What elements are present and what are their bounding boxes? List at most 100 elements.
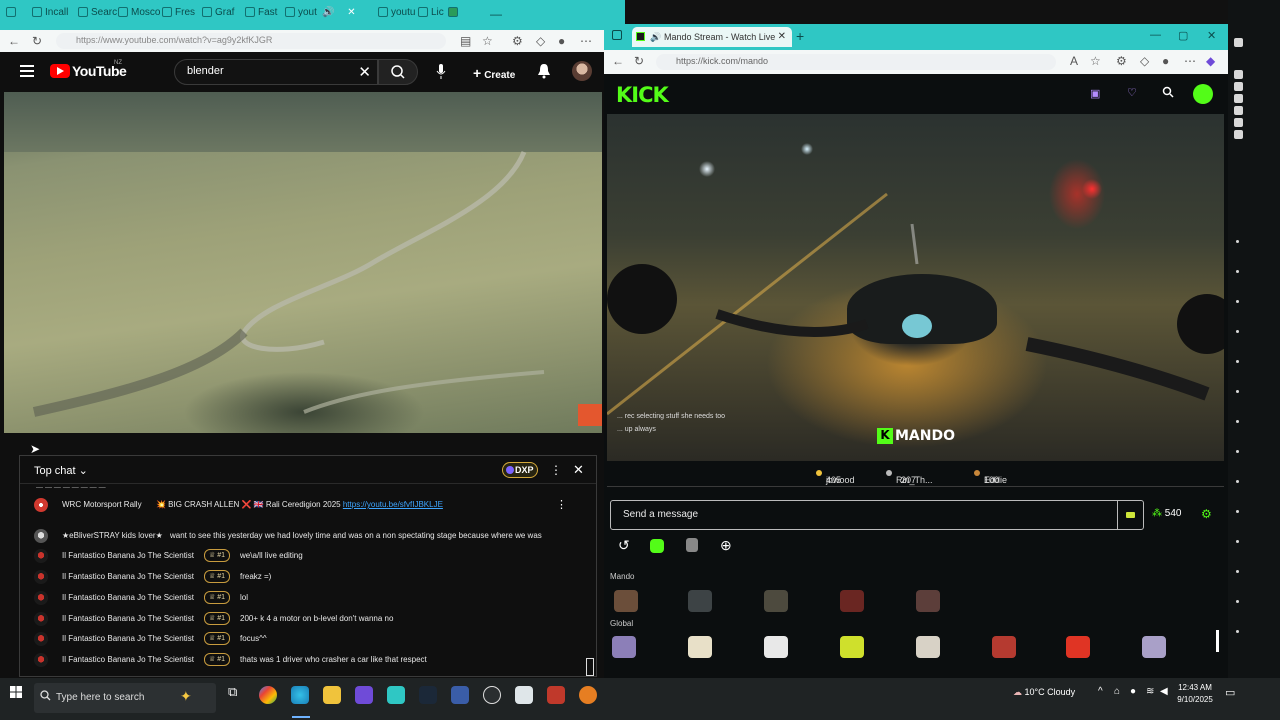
clear-search-icon[interactable]: ✕ — [358, 63, 371, 81]
favorite-icon[interactable]: ☆ — [482, 34, 493, 48]
chat-message[interactable]: Il Fantastico Banana Jo The Scientist ♕ … — [20, 649, 596, 669]
search-icon[interactable] — [1162, 86, 1174, 98]
emote-scrollbar[interactable] — [1216, 630, 1219, 652]
emote[interactable] — [764, 636, 788, 658]
chat-mode-dropdown[interactable]: Top chat ⌄ — [34, 464, 88, 477]
chat-message[interactable]: Il Fantastico Banana Jo The Scientist ♕ … — [20, 608, 596, 628]
user-avatar[interactable] — [1193, 84, 1213, 104]
new-tab-icon[interactable]: + — [796, 28, 804, 44]
emote[interactable] — [840, 636, 864, 658]
app-icon[interactable] — [355, 686, 373, 704]
app-icon[interactable] — [387, 686, 405, 704]
browser-tab[interactable]: yout — [285, 7, 317, 23]
kick-tab[interactable]: 🔊 Mando Stream - Watch Live ✕ — [632, 27, 792, 47]
browser-tab[interactable] — [448, 7, 461, 23]
supporter-item[interactable]: Riri_Th... 207 — [886, 468, 933, 485]
channel-points[interactable]: ⁂ 540 — [1152, 508, 1181, 519]
side-app-icon[interactable] — [1234, 118, 1243, 127]
search-button[interactable] — [378, 59, 418, 85]
file-explorer-icon[interactable] — [323, 686, 341, 704]
youtube-logo-icon[interactable] — [50, 64, 70, 78]
url-field[interactable]: https://www.youtube.com/watch?v=ag9y2kfK… — [56, 33, 446, 49]
tab-actions-icon[interactable] — [6, 7, 19, 23]
edge-icon[interactable] — [291, 686, 309, 704]
channel-watermark-icon[interactable] — [578, 404, 602, 426]
chat-link[interactable]: https://youtu.be/sfvfIJBKLJE — [343, 500, 443, 509]
kick-emotes-icon[interactable] — [650, 539, 664, 553]
browser-tab[interactable]: youtu — [378, 7, 415, 23]
message-more-icon[interactable]: ⋮ — [556, 498, 567, 511]
browser-tab[interactable]: Lic — [418, 7, 444, 23]
notifications-bell-icon[interactable] — [537, 63, 551, 79]
voice-search-icon[interactable] — [436, 64, 446, 80]
stream-video-player[interactable]: ... rec selecting stuff she needs too ..… — [607, 114, 1224, 461]
more-icon[interactable]: ⋯ — [1184, 54, 1196, 68]
supporter-item[interactable]: Eddie 100 — [974, 468, 1007, 485]
heart-icon[interactable]: ♡ — [1127, 86, 1137, 99]
emote[interactable] — [916, 590, 940, 612]
maximize-icon[interactable]: ▢ — [1178, 29, 1188, 42]
wifi-icon[interactable]: ≋ — [1146, 686, 1154, 697]
dxp-badge[interactable]: DXP — [502, 462, 538, 478]
volume-icon[interactable]: ◀ — [1160, 686, 1168, 697]
url-field[interactable]: https://kick.com/mando — [656, 54, 1056, 70]
side-app-icon[interactable] — [1234, 130, 1243, 139]
chat-message[interactable]: WRC Motorsport Rally 💥 BIG CRASH ALLEN ❌… — [20, 494, 596, 514]
side-app-icon[interactable] — [1234, 38, 1243, 47]
microphone-icon[interactable]: ● — [1130, 686, 1136, 697]
emote[interactable] — [764, 590, 788, 612]
steam-icon[interactable] — [419, 686, 437, 704]
chat-message[interactable]: Il Fantastico Banana Jo The Scientist ♕ … — [20, 628, 596, 648]
speaker-icon[interactable]: 🔊 — [650, 32, 661, 43]
split-icon[interactable]: ◇ — [536, 34, 545, 48]
minimize-icon[interactable]: — — [1150, 29, 1161, 41]
side-app-icon[interactable] — [1234, 70, 1243, 79]
show-hidden-icons-icon[interactable]: ^ — [1098, 686, 1103, 697]
browser-tab[interactable]: Mosco — [118, 7, 160, 23]
search-input[interactable] — [187, 65, 347, 77]
side-app-icon[interactable] — [1234, 94, 1243, 103]
tab-close-icon[interactable]: ✕ — [778, 31, 786, 42]
emote-picker-button[interactable] — [1117, 501, 1143, 529]
browser-tab[interactable]: Graf — [202, 7, 234, 23]
side-app-icon[interactable] — [1234, 106, 1243, 115]
hamburger-menu-icon[interactable] — [20, 65, 34, 77]
favorite-icon[interactable]: ☆ — [1090, 54, 1101, 68]
weather-widget[interactable]: ☁ 10°C Cloudy — [1013, 687, 1075, 698]
start-windows-icon[interactable] — [10, 686, 22, 698]
video-player[interactable] — [4, 92, 602, 433]
browser-tab[interactable]: Fast — [245, 7, 277, 23]
app-icon[interactable] — [483, 686, 501, 704]
tab-close-icon[interactable]: ✕ — [347, 7, 355, 18]
extension-icon[interactable]: ⚙ — [1116, 54, 1127, 68]
browser-tab[interactable]: Incall — [32, 7, 68, 23]
read-aloud-icon[interactable]: A — [1070, 54, 1078, 68]
emote[interactable] — [992, 636, 1016, 658]
emote[interactable] — [612, 636, 636, 658]
supporter-item[interactable]: jbwood 405 — [816, 468, 855, 485]
side-app-icon[interactable] — [1234, 82, 1243, 91]
refresh-icon[interactable]: ↻ — [634, 54, 644, 68]
close-window-icon[interactable]: ✕ — [1207, 29, 1216, 42]
minimize-icon[interactable]: — — [490, 7, 502, 23]
account-avatar[interactable] — [572, 61, 592, 81]
chat-settings-gear-icon[interactable]: ⚙ — [1201, 507, 1212, 521]
reader-icon[interactable]: ▤ — [460, 34, 471, 48]
emote[interactable] — [916, 636, 940, 658]
app-icon[interactable] — [547, 686, 565, 704]
back-icon[interactable]: ← — [8, 34, 20, 48]
emote[interactable] — [688, 590, 712, 612]
gift-icon[interactable]: ▣ — [1090, 87, 1100, 100]
task-view-icon[interactable]: ⧉ — [228, 684, 237, 700]
profile-icon[interactable]: ● — [558, 34, 565, 48]
app-icon[interactable] — [515, 686, 533, 704]
network-icon[interactable]: ⌂ — [1114, 686, 1120, 697]
collections-icon[interactable]: ◇ — [1140, 54, 1149, 68]
emote[interactable] — [614, 590, 638, 612]
emote[interactable] — [688, 636, 712, 658]
refresh-icon[interactable]: ↻ — [32, 34, 42, 48]
browser-tab[interactable]: Searc — [78, 7, 117, 23]
global-emotes-icon[interactable]: ⊕ — [720, 537, 732, 554]
recent-emotes-icon[interactable]: ↺ — [618, 537, 630, 554]
chrome-icon[interactable] — [259, 686, 277, 704]
